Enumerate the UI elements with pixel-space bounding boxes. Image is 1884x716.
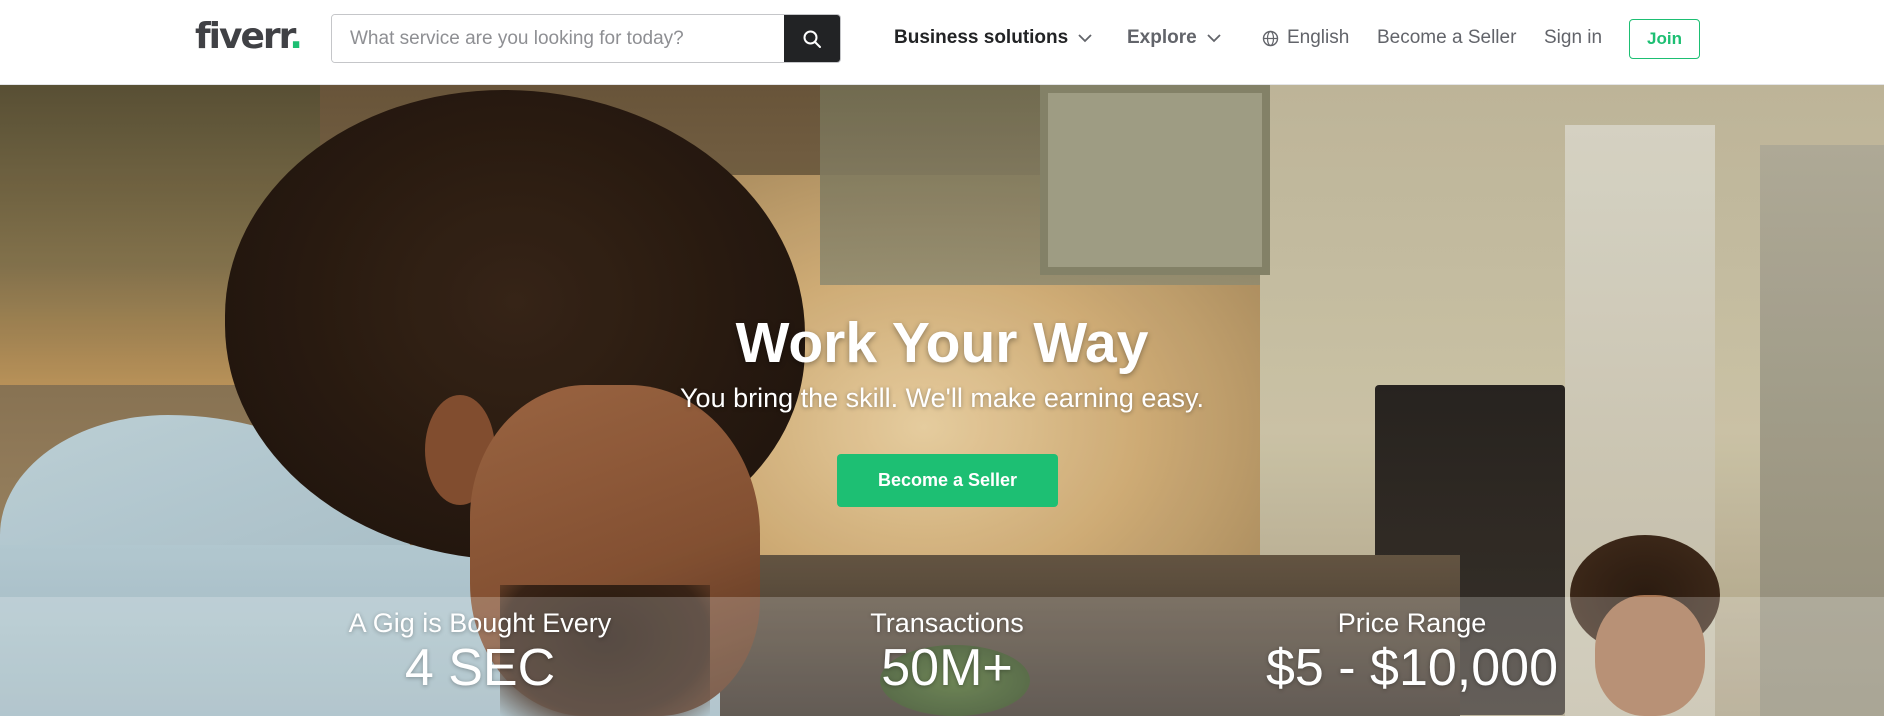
logo-dot: . bbox=[289, 16, 303, 57]
nav-explore[interactable]: Explore bbox=[1127, 27, 1221, 49]
hero-title: Work Your Way bbox=[735, 311, 1149, 375]
nav-sign-in[interactable]: Sign in bbox=[1544, 27, 1602, 49]
nav-business-solutions-label: Business solutions bbox=[894, 27, 1069, 48]
stats-bar: A Gig is Bought Every 4 SEC Transactions… bbox=[0, 597, 1884, 716]
globe-icon bbox=[1262, 30, 1279, 46]
nav-sign-in-label: Sign in bbox=[1544, 27, 1603, 48]
nav-language-label: English bbox=[1287, 27, 1350, 48]
search-button[interactable] bbox=[784, 15, 840, 62]
stat-value: 4 SEC bbox=[404, 639, 556, 697]
hero-subtitle: You bring the skill. We'll make earning … bbox=[680, 383, 1204, 413]
search-icon bbox=[803, 30, 821, 48]
search-bar bbox=[331, 14, 841, 63]
stat-gig-frequency: A Gig is Bought Every 4 SEC bbox=[330, 607, 630, 697]
fiverr-logo[interactable]: fiverr. bbox=[195, 16, 303, 57]
hero-section: Work Your Way You bring the skill. We'll… bbox=[0, 85, 1884, 716]
chevron-down-icon bbox=[1207, 33, 1221, 42]
search-input[interactable] bbox=[332, 15, 784, 62]
nav-business-solutions[interactable]: Business solutions bbox=[894, 27, 1092, 49]
nav-become-seller-label: Become a Seller bbox=[1377, 27, 1517, 48]
become-seller-button[interactable]: Become a Seller bbox=[837, 454, 1058, 507]
chevron-down-icon bbox=[1078, 33, 1092, 42]
stat-label: Transactions bbox=[870, 608, 1024, 638]
stat-value: $5 - $10,000 bbox=[1265, 639, 1559, 697]
stat-transactions: Transactions 50M+ bbox=[847, 607, 1047, 697]
join-button[interactable]: Join bbox=[1629, 19, 1700, 59]
site-header: fiverr. Business solutions Explore Engli… bbox=[0, 0, 1884, 85]
stat-value: 50M+ bbox=[881, 639, 1013, 697]
logo-text: fiverr bbox=[195, 16, 291, 57]
nav-language[interactable]: English bbox=[1262, 27, 1349, 49]
stat-label: Price Range bbox=[1337, 608, 1487, 638]
stat-price-range: Price Range $5 - $10,000 bbox=[1232, 607, 1592, 697]
nav-explore-label: Explore bbox=[1127, 27, 1197, 48]
nav-become-seller[interactable]: Become a Seller bbox=[1377, 27, 1516, 49]
stat-label: A Gig is Bought Every bbox=[348, 608, 612, 638]
